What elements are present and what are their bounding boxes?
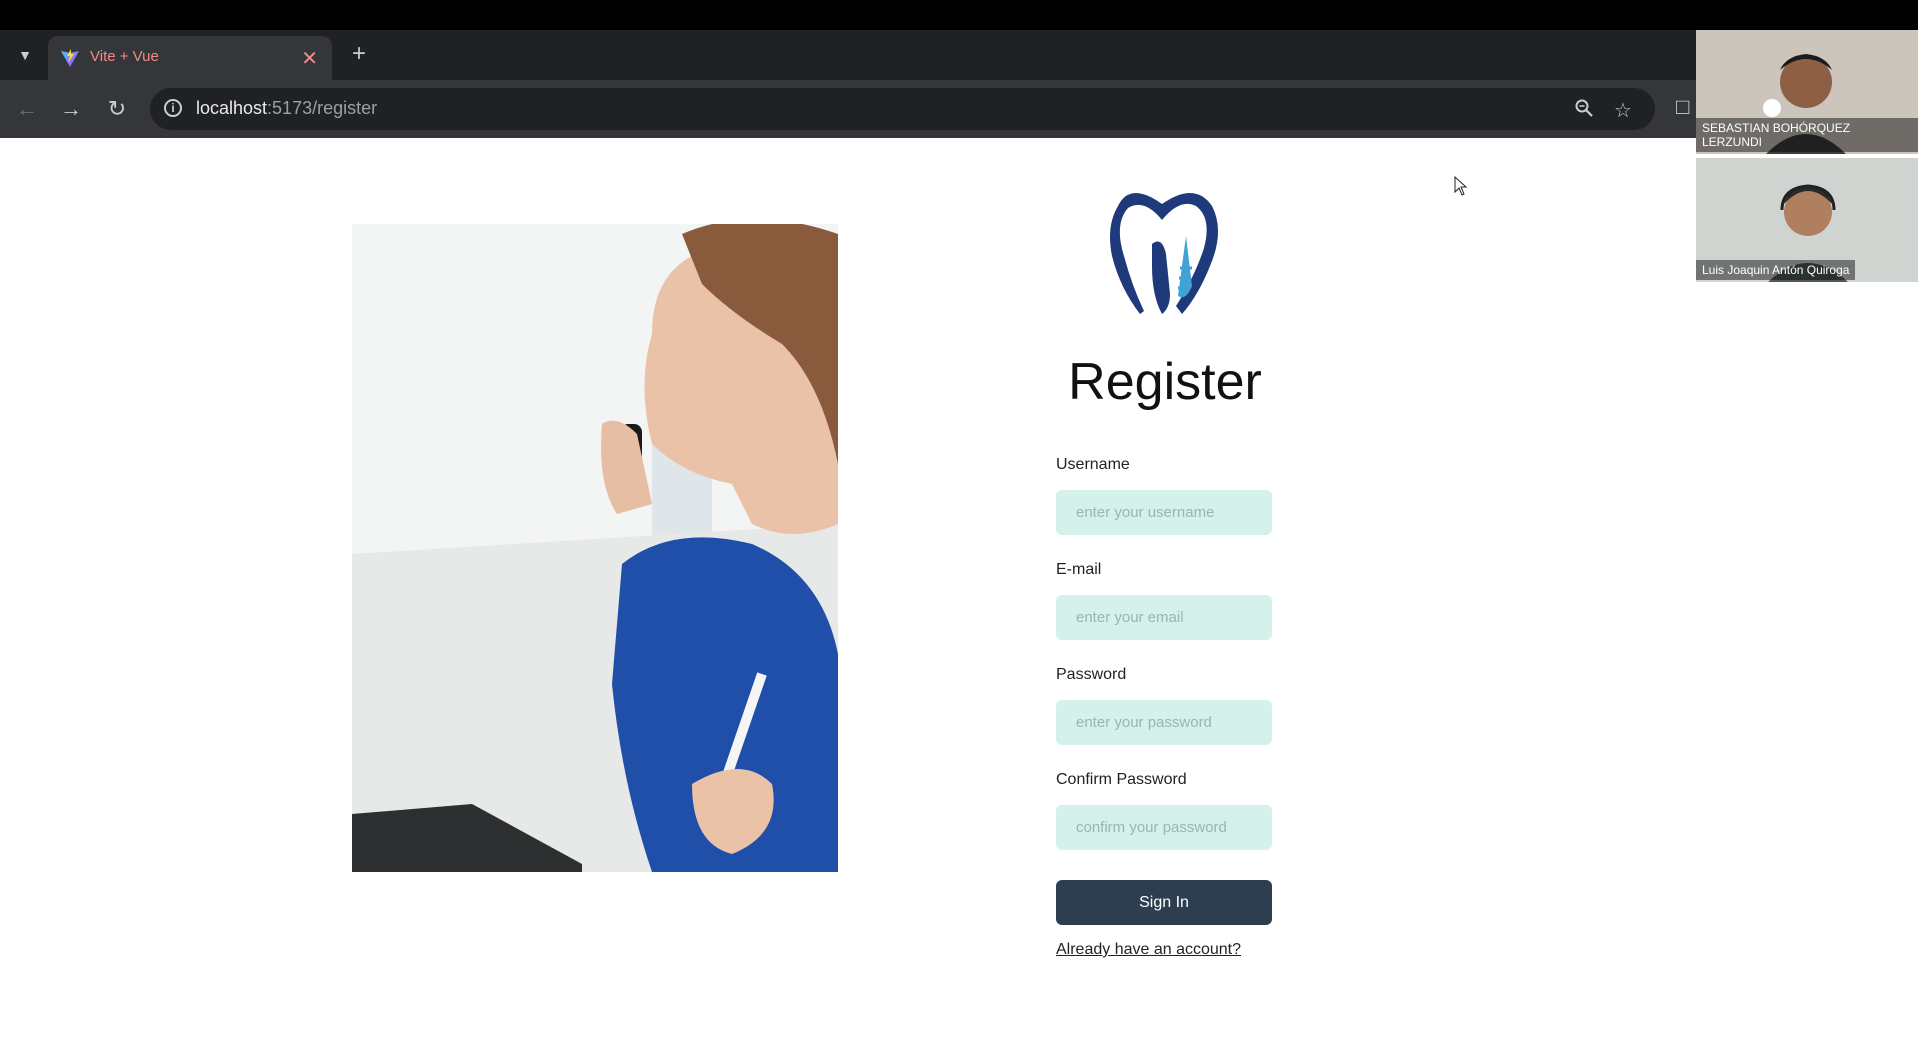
password-label: Password bbox=[1056, 666, 1127, 683]
participant-name: SEBASTIAN BOHÓRQUEZ LERZUNDI bbox=[1696, 118, 1918, 152]
participant-video-1[interactable]: SEBASTIAN BOHÓRQUEZ LERZUNDI bbox=[1696, 30, 1918, 154]
page-title: Register bbox=[1068, 353, 1262, 411]
participant-name: Luis Joaquin Antón Quiroga bbox=[1696, 260, 1856, 280]
username-input[interactable] bbox=[1056, 490, 1272, 535]
tooth-logo-icon bbox=[1110, 192, 1219, 314]
close-icon[interactable]: ✕ bbox=[301, 46, 318, 71]
photo-illustration bbox=[352, 224, 838, 872]
email-input[interactable] bbox=[1056, 595, 1272, 640]
address-url[interactable]: localhost:5173/register bbox=[196, 98, 377, 119]
back-arrow-icon[interactable]: ← bbox=[12, 94, 42, 124]
forward-arrow-icon[interactable]: → bbox=[56, 94, 86, 124]
browser-tab[interactable]: Vite + Vue ✕ bbox=[48, 36, 332, 80]
username-label: Username bbox=[1056, 456, 1130, 473]
sign-in-button[interactable]: Sign In bbox=[1056, 880, 1272, 925]
bookmark-star-icon[interactable]: ☆ bbox=[1614, 98, 1632, 123]
browser-tab-strip: ▼ Vite + Vue ✕ + bbox=[0, 30, 1918, 80]
extensions-icon[interactable]: □ bbox=[1676, 94, 1689, 120]
zoom-icon[interactable] bbox=[1574, 98, 1594, 118]
confirm-password-input[interactable] bbox=[1056, 805, 1272, 850]
email-label: E-mail bbox=[1056, 561, 1102, 578]
browser-toolbar: ← → ↻ i localhost:5173/register ☆ □ bbox=[0, 80, 1918, 138]
vite-logo-icon bbox=[61, 49, 79, 67]
site-info-icon[interactable]: i bbox=[164, 99, 182, 117]
reload-icon[interactable]: ↻ bbox=[102, 94, 132, 124]
mouse-cursor-icon bbox=[1454, 176, 1468, 196]
tab-title: Vite + Vue bbox=[90, 48, 159, 65]
receptionist-photo bbox=[352, 224, 838, 872]
password-input[interactable] bbox=[1056, 700, 1272, 745]
url-path: :5173/register bbox=[267, 98, 378, 118]
new-tab-icon[interactable]: + bbox=[352, 40, 366, 68]
confirm-password-label: Confirm Password bbox=[1056, 771, 1187, 788]
url-host: localhost bbox=[196, 98, 268, 118]
address-bar[interactable]: i localhost:5173/register ☆ bbox=[150, 88, 1655, 130]
register-form: Username E-mail Password Confirm Passwor… bbox=[1056, 456, 1272, 959]
login-link[interactable]: Already have an account? bbox=[1056, 941, 1272, 959]
participant-video-2[interactable]: Luis Joaquin Antón Quiroga bbox=[1696, 158, 1918, 282]
tab-search-icon[interactable]: ▼ bbox=[14, 44, 36, 66]
screen-top-bar bbox=[0, 0, 1918, 30]
